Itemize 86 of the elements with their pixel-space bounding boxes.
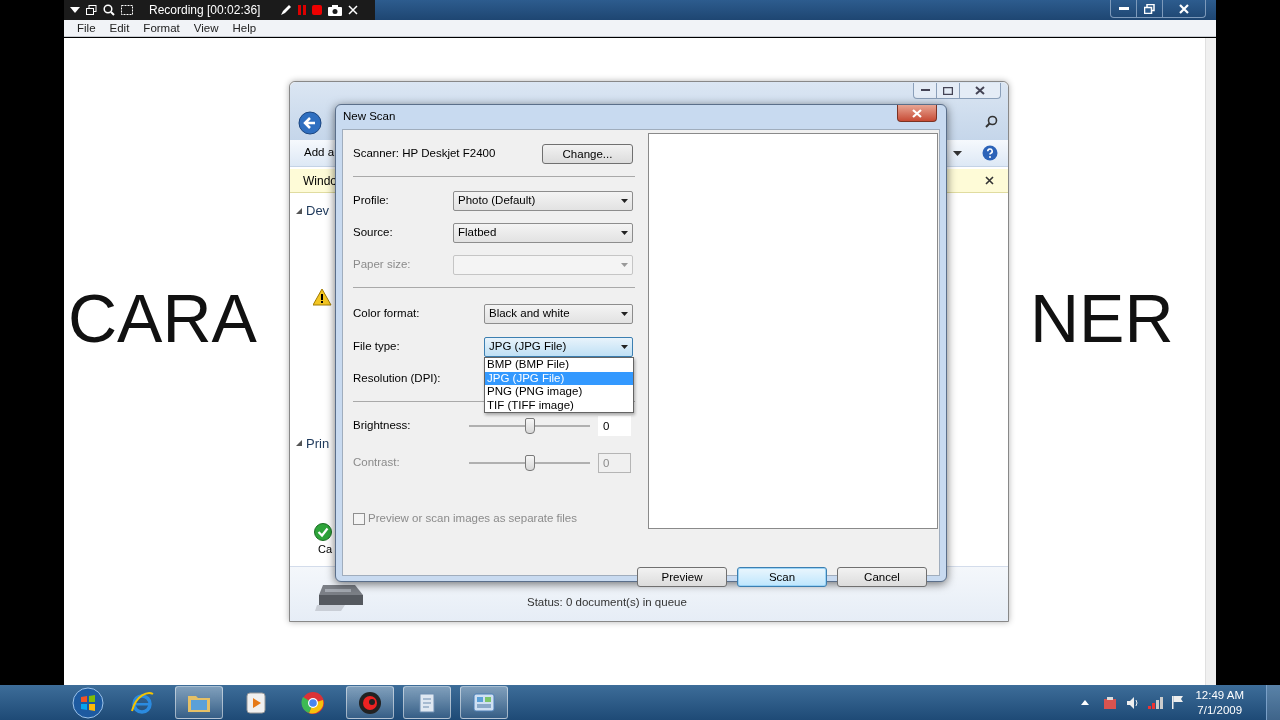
- windows-icon[interactable]: [86, 4, 97, 16]
- dropdown[interactable]: JPG (JPG File): [484, 337, 633, 357]
- checkbox[interactable]: [353, 513, 365, 525]
- dropdown[interactable]: Flatbed: [453, 223, 633, 243]
- dialog-title: New Scan: [343, 109, 396, 125]
- value-field[interactable]: 0: [598, 416, 631, 436]
- media-player-icon: [244, 690, 268, 715]
- close-icon: [975, 86, 985, 95]
- expand-icon[interactable]: [296, 440, 302, 447]
- restore-icon: [1144, 3, 1155, 14]
- close-icon[interactable]: [985, 176, 994, 185]
- caret-icon[interactable]: [953, 150, 962, 156]
- caret-icon: [621, 263, 628, 267]
- record-icon: [358, 690, 382, 715]
- dropdown-option[interactable]: TIF (TIFF image): [485, 398, 633, 412]
- info-bar-text: Windo: [303, 172, 337, 190]
- status-text: Status: 0 document(s) in queue: [527, 595, 687, 610]
- search-icon[interactable]: [103, 4, 115, 16]
- chrome-icon: [301, 690, 325, 715]
- flag-icon[interactable]: [1172, 696, 1184, 709]
- field-label: Brightness:: [353, 418, 411, 434]
- item-label[interactable]: Ca: [318, 541, 333, 558]
- taskbar-button[interactable]: [346, 686, 394, 719]
- field-label: Color format:: [353, 306, 420, 322]
- field-label: Resolution (DPI):: [353, 371, 441, 387]
- check-icon: [314, 523, 332, 541]
- change-button[interactable]: Change...: [542, 144, 633, 164]
- field-label: Paper size:: [353, 257, 411, 273]
- close-button[interactable]: [897, 105, 937, 122]
- maximize-icon: [943, 86, 953, 95]
- field-label: File type:: [353, 339, 400, 355]
- clock[interactable]: 12:49 AM 7/1/2009: [1195, 687, 1244, 718]
- document-text: CARA: [68, 279, 257, 358]
- menu-item[interactable]: View: [186, 20, 226, 36]
- scanner-label: Scanner: HP Deskjet F2400: [353, 146, 496, 162]
- pause-icon[interactable]: [298, 5, 307, 15]
- taskbar-button[interactable]: [460, 686, 508, 719]
- dropdown-option[interactable]: PNG (PNG image): [485, 385, 633, 399]
- warning-icon: [313, 288, 332, 306]
- dropdown[interactable]: Photo (Default): [453, 191, 633, 211]
- control-panel-icon: [472, 690, 496, 715]
- taskbar-button[interactable]: [403, 686, 451, 719]
- menu-item[interactable]: Help: [225, 20, 264, 36]
- toolbar-item[interactable]: Add a: [304, 144, 335, 162]
- globe-icon: [130, 690, 154, 715]
- dropdown-option[interactable]: BMP (BMP File): [485, 358, 633, 372]
- speaker-icon[interactable]: [1126, 695, 1140, 710]
- taskbar-button[interactable]: [175, 686, 223, 719]
- caret-icon: [621, 199, 628, 203]
- menu-item[interactable]: File: [70, 20, 103, 36]
- recording-status: Recording [00:02:36]: [149, 2, 261, 19]
- device-icon[interactable]: [1103, 696, 1118, 709]
- field-label: Source:: [353, 225, 393, 241]
- dialog-button[interactable]: Scan: [737, 567, 827, 587]
- scrollbar[interactable]: [1205, 38, 1216, 685]
- expand-icon[interactable]: [296, 207, 302, 214]
- checkbox-label: Preview or scan images as separate files: [368, 511, 577, 527]
- document-text: NER: [1030, 279, 1174, 358]
- close-icon: [1179, 3, 1189, 14]
- camera-icon[interactable]: [328, 4, 343, 16]
- caret-icon: [621, 312, 628, 316]
- stop-icon[interactable]: [312, 5, 323, 15]
- field-label: Contrast:: [353, 455, 400, 471]
- close-icon: [912, 108, 922, 118]
- search-icon[interactable]: [985, 115, 998, 128]
- caret-icon[interactable]: [70, 7, 80, 13]
- pencil-icon[interactable]: [280, 4, 293, 16]
- help-icon[interactable]: [982, 145, 998, 161]
- dialog-button[interactable]: Cancel: [837, 567, 927, 587]
- dialog-button[interactable]: Preview: [637, 567, 727, 587]
- field-label: Profile:: [353, 193, 389, 209]
- dropdown[interactable]: Black and white: [484, 304, 633, 324]
- minimize-icon: [1118, 6, 1129, 11]
- group-header[interactable]: Prin: [306, 433, 330, 453]
- back-icon[interactable]: [298, 111, 322, 135]
- caret-icon[interactable]: [1081, 700, 1090, 705]
- caret-icon: [621, 231, 628, 235]
- minimize-icon: [920, 89, 930, 92]
- slider-thumb[interactable]: [524, 418, 535, 434]
- menu-item[interactable]: Format: [136, 20, 187, 36]
- caret-icon: [621, 345, 628, 349]
- start-button[interactable]: [72, 686, 104, 719]
- signal-icon[interactable]: [1148, 696, 1164, 709]
- group-header[interactable]: Dev: [306, 201, 330, 221]
- menu-item[interactable]: Edit: [102, 20, 137, 36]
- region-icon[interactable]: [121, 5, 133, 15]
